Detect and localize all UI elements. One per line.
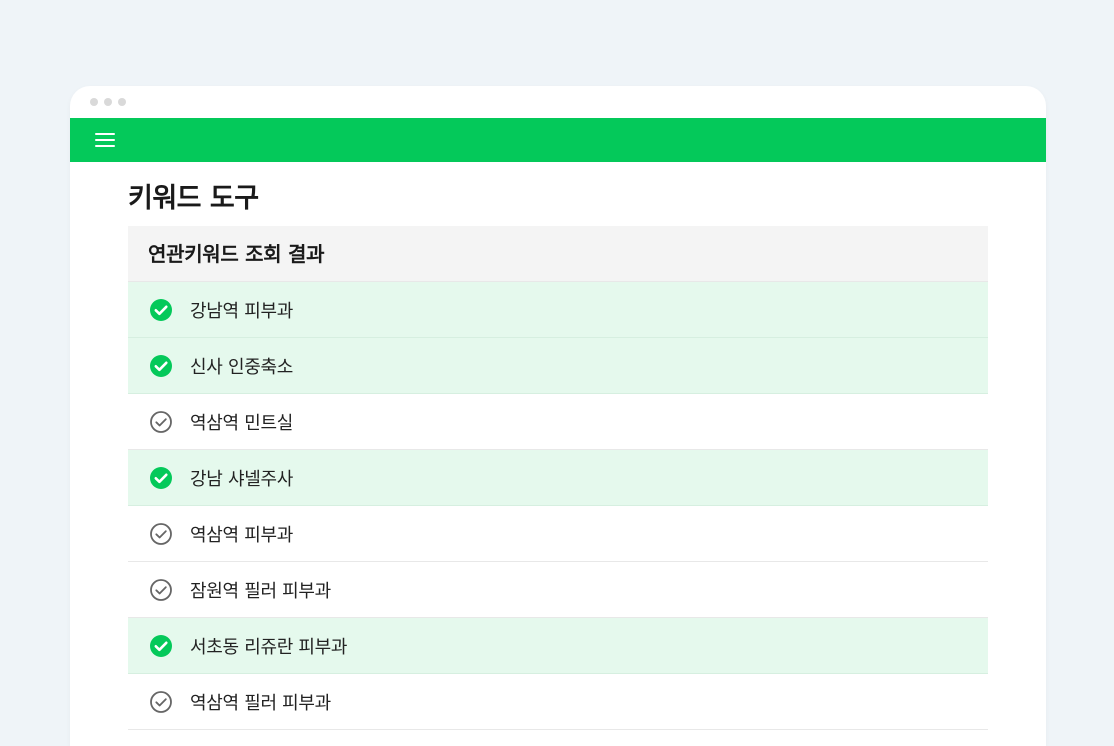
- window-dot: [104, 98, 112, 106]
- keyword-row[interactable]: 강남 샤넬주사: [128, 450, 988, 506]
- keyword-row[interactable]: 강남역 피부과: [128, 282, 988, 338]
- check-circle-filled-icon[interactable]: [149, 298, 173, 322]
- hamburger-menu-icon[interactable]: [92, 130, 118, 150]
- check-circle-outline-icon[interactable]: [149, 690, 173, 714]
- page-title: 키워드 도구: [128, 183, 259, 214]
- browser-window: 키워드 도구 연관키워드 조회 결과 강남역 피부과신사 인중축소역삼역 민트실…: [70, 86, 1046, 746]
- main-content: 키워드 도구 연관키워드 조회 결과 강남역 피부과신사 인중축소역삼역 민트실…: [128, 162, 988, 730]
- keyword-label: 역삼역 민트실: [190, 412, 293, 434]
- keyword-row[interactable]: 잠원역 필러 피부과: [128, 562, 988, 618]
- window-titlebar: [70, 86, 1046, 118]
- window-dot: [90, 98, 98, 106]
- keyword-list: 강남역 피부과신사 인중축소역삼역 민트실강남 샤넬주사역삼역 피부과잠원역 필…: [128, 282, 988, 730]
- keyword-label: 강남 샤넬주사: [190, 468, 293, 490]
- keyword-row[interactable]: 신사 인중축소: [128, 338, 988, 394]
- keyword-row[interactable]: 역삼역 필러 피부과: [128, 674, 988, 730]
- keyword-label: 서초동 리쥬란 피부과: [190, 636, 348, 658]
- check-circle-outline-icon[interactable]: [149, 522, 173, 546]
- check-circle-outline-icon[interactable]: [149, 410, 173, 434]
- related-keyword-panel: 연관키워드 조회 결과 강남역 피부과신사 인중축소역삼역 민트실강남 샤넬주사…: [128, 226, 988, 730]
- keyword-label: 잠원역 필러 피부과: [190, 580, 331, 602]
- window-dot: [118, 98, 126, 106]
- panel-header: 연관키워드 조회 결과: [128, 226, 988, 282]
- check-circle-filled-icon[interactable]: [149, 634, 173, 658]
- keyword-label: 강남역 피부과: [190, 300, 293, 322]
- keyword-label: 역삼역 피부과: [190, 524, 293, 546]
- keyword-row[interactable]: 역삼역 민트실: [128, 394, 988, 450]
- keyword-label: 역삼역 필러 피부과: [190, 692, 331, 714]
- check-circle-outline-icon[interactable]: [149, 578, 173, 602]
- keyword-label: 신사 인중축소: [190, 356, 293, 378]
- keyword-row[interactable]: 역삼역 피부과: [128, 506, 988, 562]
- check-circle-filled-icon[interactable]: [149, 354, 173, 378]
- check-circle-filled-icon[interactable]: [149, 466, 173, 490]
- app-bar: [70, 118, 1046, 162]
- keyword-row[interactable]: 서초동 리쥬란 피부과: [128, 618, 988, 674]
